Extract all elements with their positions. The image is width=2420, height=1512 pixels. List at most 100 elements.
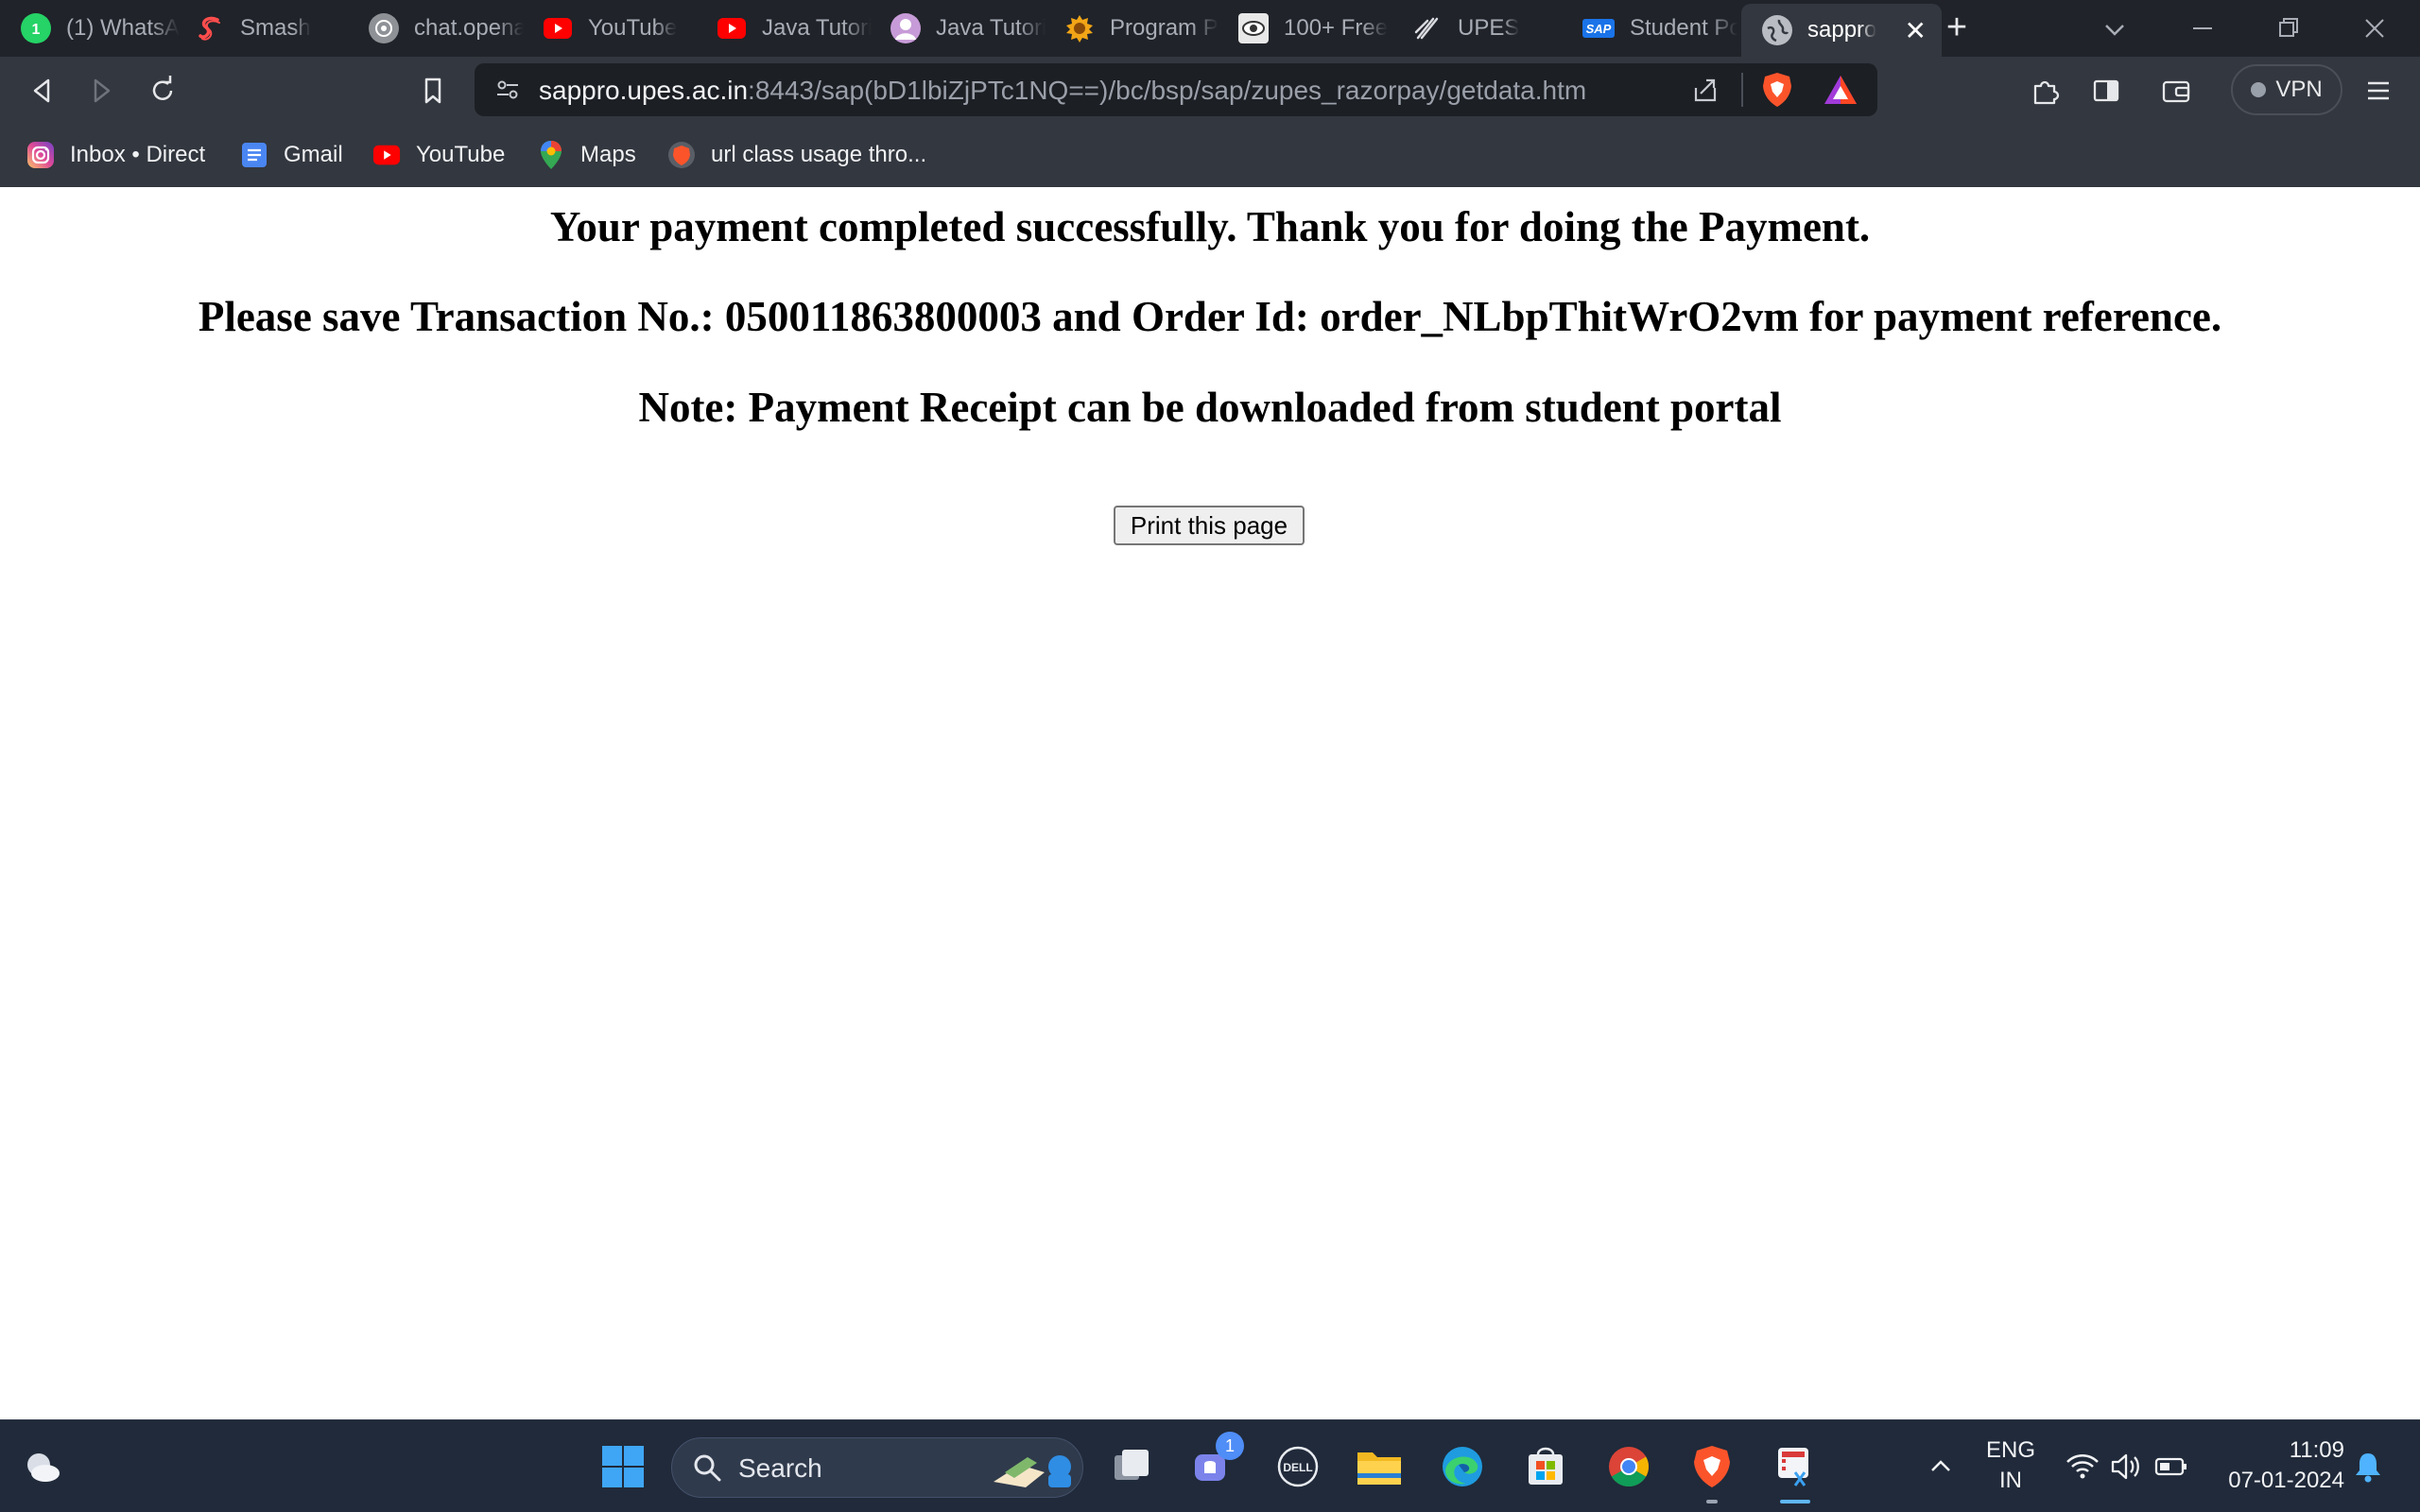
sap-icon-text: SAP <box>1585 21 1612 36</box>
bookmark-label: Inbox • Direct <box>70 142 206 167</box>
tab-java-tutorial-2[interactable]: Java Tutorial <box>890 8 1046 49</box>
site-settings-icon[interactable] <box>493 76 522 109</box>
show-hidden-icons-chevron-icon[interactable] <box>1915 1441 1966 1492</box>
vpn-label: VPN <box>2275 77 2323 102</box>
bookmark-instagram[interactable]: Inbox • Direct <box>26 136 205 174</box>
tab-youtube[interactable]: YouTube <box>543 8 701 49</box>
youtube-icon <box>543 13 573 43</box>
tab-program[interactable]: Program P <box>1064 8 1221 49</box>
maps-icon <box>537 141 565 169</box>
search-label: Search <box>738 1453 822 1483</box>
tab-student-portal[interactable]: SAP Student Portal <box>1582 8 1737 49</box>
screen: 1 (1) WhatsApp Smash chat.openai.com You… <box>0 0 2420 1512</box>
start-button[interactable] <box>597 1441 648 1492</box>
browser-toolbar: sappro.upes.ac.in:8443/sap(bD1lbiZjPTc1N… <box>0 57 2420 125</box>
bookmark-icon[interactable] <box>414 72 452 110</box>
task-view-icon[interactable] <box>1106 1441 1157 1492</box>
openai-icon <box>369 13 399 43</box>
minimize-icon[interactable] <box>2184 9 2221 47</box>
bookmark-label: Gmail <box>284 142 343 167</box>
notification-bell-icon[interactable] <box>2342 1441 2394 1492</box>
bookmark-label: Maps <box>580 142 636 167</box>
new-tab-button[interactable]: + <box>1938 9 1976 47</box>
upes-icon <box>1412 13 1443 43</box>
volume-icon[interactable] <box>2100 1441 2152 1492</box>
menu-icon[interactable] <box>2360 72 2397 110</box>
clock-time: 11:09 <box>2289 1437 2344 1463</box>
tab-label: Java Tutorial <box>936 15 1046 41</box>
address-bar[interactable]: sappro.upes.ac.in:8443/sap(bD1lbiZjPTc1N… <box>475 63 1877 116</box>
language-code: ENG <box>1985 1437 2035 1463</box>
print-page-button[interactable]: Print this page <box>1114 506 1305 545</box>
bookmark-gmail[interactable]: Gmail <box>240 136 343 174</box>
microsoft-store-icon[interactable] <box>1520 1441 1571 1492</box>
file-explorer-icon[interactable] <box>1354 1441 1405 1492</box>
tab-whatsapp[interactable]: 1 (1) WhatsApp <box>21 8 180 49</box>
snipping-tool-icon[interactable] <box>1770 1441 1821 1503</box>
extensions-icon[interactable] <box>2027 72 2065 110</box>
battery-icon[interactable] <box>2146 1441 2197 1492</box>
clock-date: 07-01-2024 <box>2228 1468 2344 1493</box>
bookmark-label: YouTube <box>416 142 506 167</box>
svg-text:DELL: DELL <box>1283 1461 1312 1474</box>
sap-icon: SAP <box>1582 19 1615 38</box>
taskbar-search[interactable]: Search <box>671 1437 1083 1498</box>
forward-icon[interactable] <box>83 72 121 110</box>
bookmark-maps[interactable]: Maps <box>537 136 636 174</box>
tab-search-chevron-icon[interactable] <box>2099 13 2131 45</box>
wallet-icon[interactable] <box>2157 72 2195 110</box>
tab-java-tutorial-1[interactable]: Java Tutorial <box>717 8 872 49</box>
region-code: IN <box>1999 1468 2022 1493</box>
bookmarks-bar: Inbox • Direct Gmail YouTube Maps url cl… <box>0 125 2420 187</box>
eye-icon <box>1238 13 1269 43</box>
restore-icon[interactable] <box>2269 9 2307 47</box>
omnibox-divider <box>1741 73 1743 107</box>
bookmark-url-class[interactable]: url class usage thro... <box>667 136 926 174</box>
tab-label: Student Portal <box>1630 15 1737 41</box>
chrome-icon[interactable] <box>1603 1441 1654 1492</box>
tab-100-free[interactable]: 100+ Free <box>1238 8 1395 49</box>
bookmark-youtube[interactable]: YouTube <box>372 136 505 174</box>
brave-browser-icon[interactable] <box>1686 1441 1737 1503</box>
back-icon[interactable] <box>23 72 60 110</box>
url-path: :8443/sap(bD1lbiZjPTc1NQ==)/bc/bsp/sap/z… <box>748 76 1587 105</box>
close-tab-icon[interactable]: ✕ <box>1905 15 1927 46</box>
whatsapp-icon: 1 <box>21 13 51 43</box>
taskbar: Search 1 DELL ENG IN 11:09 07-01-2024 <box>0 1419 2420 1512</box>
vpn-status-icon <box>2251 82 2267 97</box>
tab-label: Java Tutorial <box>762 15 872 41</box>
running-indicator <box>1706 1500 1718 1503</box>
share-icon[interactable] <box>1690 75 1720 110</box>
bookmark-label: url class usage thro... <box>711 142 927 167</box>
close-window-icon[interactable] <box>2356 9 2394 47</box>
brave-shields-icon[interactable] <box>1760 71 1794 113</box>
dell-icon[interactable]: DELL <box>1272 1441 1323 1492</box>
search-icon <box>691 1452 723 1488</box>
sidebar-icon[interactable] <box>2087 72 2125 110</box>
smash-icon <box>195 13 225 43</box>
tab-label: Smash <box>240 15 311 41</box>
youtube-icon <box>717 13 747 43</box>
language-indicator[interactable]: ENG IN <box>1978 1435 2044 1496</box>
tab-label: YouTube <box>588 15 678 41</box>
tab-label: chat.openai.com <box>414 15 524 41</box>
url-text: sappro.upes.ac.in:8443/sap(bD1lbiZjPTc1N… <box>539 76 1586 106</box>
youtube-icon <box>372 141 401 169</box>
teams-icon[interactable]: 1 <box>1187 1432 1244 1492</box>
reload-icon[interactable] <box>144 72 182 110</box>
payment-success-message: Your payment completed successfully. Tha… <box>549 203 1871 250</box>
vpn-button[interactable]: VPN <box>2231 64 2342 115</box>
tab-smash[interactable]: Smash <box>195 8 346 49</box>
tab-strip: 1 (1) WhatsApp Smash chat.openai.com You… <box>0 0 2420 57</box>
page-content: Your payment completed successfully. Tha… <box>0 187 2420 1419</box>
weather-icon[interactable] <box>17 1441 68 1492</box>
edge-icon[interactable] <box>1437 1441 1488 1492</box>
transaction-reference-message: Please save Transaction No.: 05001186380… <box>198 293 2222 340</box>
tab-chatgpt[interactable]: chat.openai.com <box>369 8 524 49</box>
tab-sappro-active[interactable]: sappro ✕ <box>1741 4 1942 57</box>
teams-badge: 1 <box>1216 1432 1244 1460</box>
tab-label: (1) WhatsApp <box>66 15 180 41</box>
clock[interactable]: 11:09 07-01-2024 <box>2212 1435 2344 1496</box>
tab-upes[interactable]: UPES <box>1412 8 1567 49</box>
brave-rewards-icon[interactable] <box>1823 73 1858 112</box>
